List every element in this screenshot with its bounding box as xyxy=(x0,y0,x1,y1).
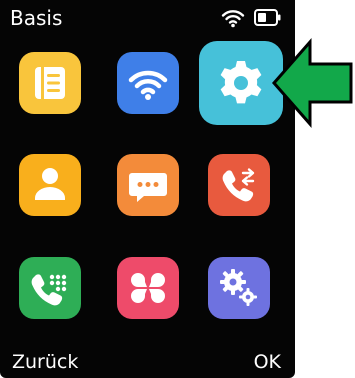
status-bar: Basis xyxy=(0,0,295,36)
app-apps[interactable] xyxy=(117,257,179,319)
app-notes[interactable] xyxy=(19,52,81,114)
phone-keypad-icon xyxy=(31,274,67,306)
battery-icon xyxy=(254,9,281,26)
app-messages[interactable] xyxy=(117,154,179,216)
highlight-arrow xyxy=(272,38,353,128)
phone-forward-icon xyxy=(222,168,255,202)
app-wifi[interactable] xyxy=(117,52,179,114)
app-advanced-settings[interactable] xyxy=(208,257,270,319)
app-call-forwarding[interactable] xyxy=(208,154,270,216)
chat-bubble-icon xyxy=(129,173,167,202)
ok-softkey[interactable]: OK xyxy=(254,350,281,374)
notes-icon xyxy=(35,67,65,99)
clover-icon xyxy=(131,273,165,303)
wifi-icon xyxy=(128,70,168,100)
status-title: Basis xyxy=(10,6,63,30)
gears-icon xyxy=(220,269,257,306)
wifi-signal-icon xyxy=(221,10,245,28)
person-icon xyxy=(35,168,65,200)
phone-screen: Basis Zurück OK xyxy=(0,0,295,378)
app-contacts[interactable] xyxy=(19,154,81,216)
app-dialer[interactable] xyxy=(19,257,81,319)
back-softkey[interactable]: Zurück xyxy=(12,350,78,374)
